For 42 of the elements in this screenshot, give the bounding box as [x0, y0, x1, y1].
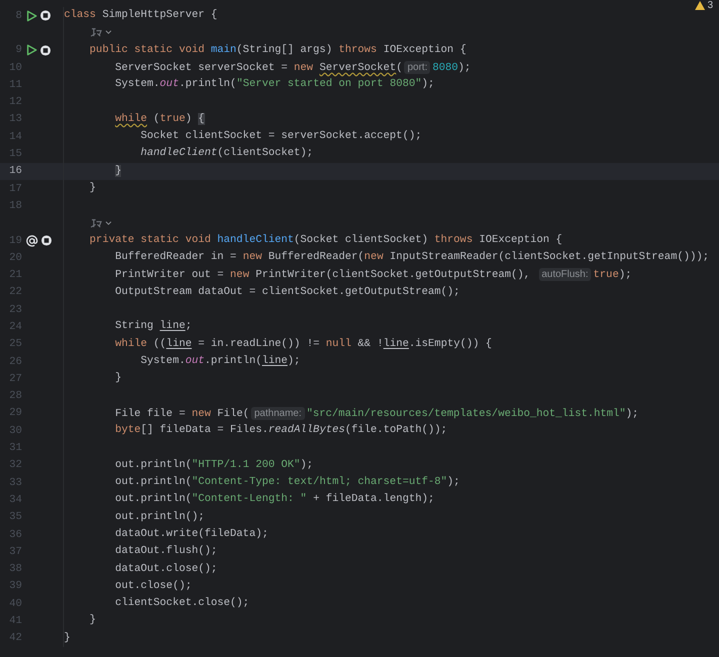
line-number: 16	[8, 165, 22, 178]
stop-icon[interactable]	[40, 44, 51, 56]
code-line: dataOut.close();	[114, 562, 218, 576]
chevron-down-icon[interactable]	[104, 220, 112, 226]
code-line: out.println();	[114, 510, 204, 525]
code-line: PrintWriter out = new PrintWriter(clientSocket.getOutputStream(), autoFlush: true);	[114, 267, 632, 284]
code-line: }	[64, 630, 70, 646]
code-line: }	[88, 180, 96, 196]
code-line: out.println("HTTP/1.1 200 OK");	[114, 458, 314, 473]
stop-icon[interactable]	[40, 10, 51, 22]
code-line: dataOut.write(fileData);	[114, 526, 268, 542]
code-line: System.out.println("Server started on port 8080");	[114, 77, 434, 92]
code-line: byte[] fileData = Files.readAllBytes(file.toPath());	[114, 423, 448, 438]
run-icon[interactable]	[26, 10, 37, 22]
code-line: out.close();	[114, 578, 192, 594]
code-line: out.println("Content-Type: text/html; charset=utf-8");	[114, 475, 460, 490]
code-line: handleClient(clientSocket);	[140, 146, 314, 162]
code-line: String line;	[114, 319, 192, 334]
code-line: out.println("Content-Length: " + fileData.length);	[114, 492, 434, 508]
inlay-hint-icon[interactable]	[90, 27, 103, 38]
chevron-down-icon[interactable]	[104, 30, 112, 36]
code-line: }	[114, 371, 122, 386]
code-line: while (true) {	[114, 112, 205, 127]
at-sign-icon[interactable]	[26, 234, 38, 246]
code-line: class SimpleHttpServer {	[64, 8, 218, 23]
code-line: dataOut.flush();	[114, 544, 218, 560]
code-line: File file = new File( pathname: "src/main/resources/templates/weibo_hot_list.html");	[114, 406, 639, 422]
run-icon[interactable]	[26, 44, 37, 56]
code-line: System.out.println(line);	[140, 354, 300, 369]
warning-icon[interactable]	[695, 1, 706, 10]
code-line: private static void handleClient(Socket clientSocket) throws IOException {	[88, 232, 562, 248]
code-line: OutputStream dataOut = clientSocket.getOutputStream();	[114, 284, 460, 300]
code-line: public static void main(String[] args) throws IOException {	[88, 42, 466, 58]
code-line: clientSocket.close();	[114, 596, 250, 612]
code-line: BufferedReader in = new BufferedReader(new InputStreamReader(clientSocket.getInputStream()));	[114, 250, 710, 266]
problem-count[interactable]: 3	[707, 0, 713, 11]
code-line: ServerSocket serverSocket = new ServerSocket( port: 8080);	[114, 60, 471, 76]
code-line: while ((line = in.readLine()) != null && !line.isEmpty()) {	[114, 336, 492, 352]
stop-icon[interactable]	[41, 235, 52, 246]
code-line: Socket clientSocket = serverSocket.accept();	[140, 129, 422, 144]
code-line: }	[88, 613, 96, 628]
inlay-hint-icon[interactable]	[90, 218, 103, 229]
